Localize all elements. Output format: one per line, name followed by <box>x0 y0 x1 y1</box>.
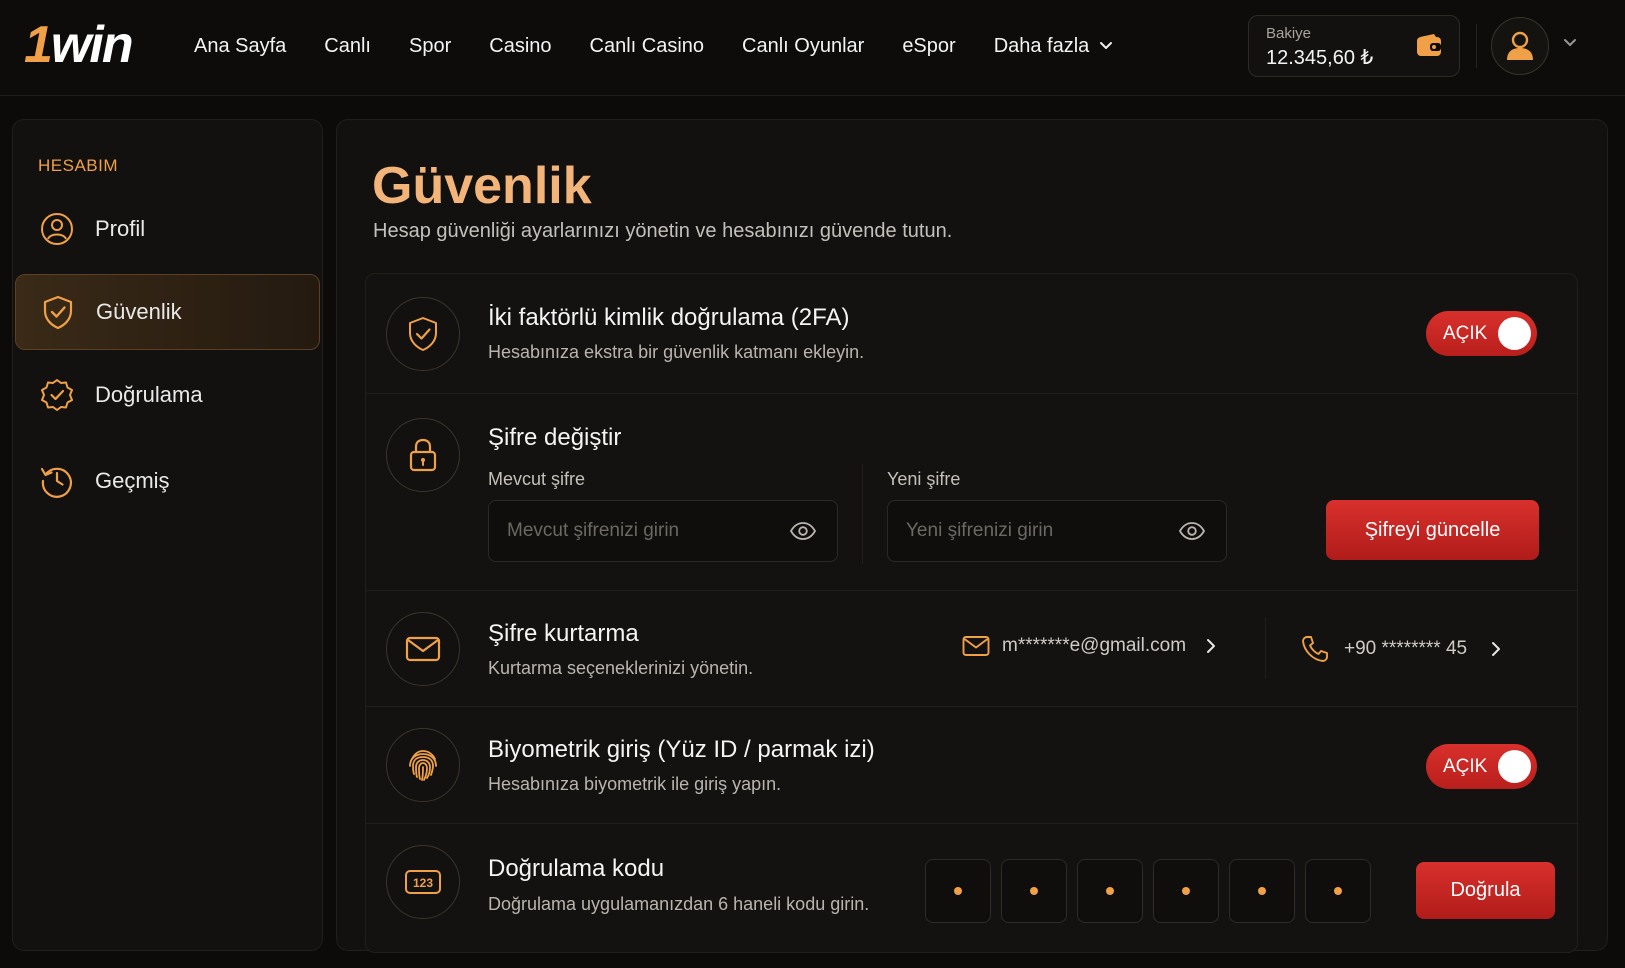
sidebar-item-history[interactable]: Geçmiş <box>15 443 320 519</box>
twofa-toggle[interactable]: AÇIK <box>1426 311 1537 356</box>
svg-text:123: 123 <box>413 876 433 890</box>
password-change-row: Şifre değiştir Mevcut şifre Yeni şifre Ş… <box>366 394 1577 591</box>
code-digit-input[interactable] <box>925 859 991 923</box>
page-subtitle: Hesap güvenliği ayarlarınızı yönetin ve … <box>373 220 953 242</box>
nav-item-home[interactable]: Ana Sayfa <box>194 32 286 60</box>
top-header: 1win Ana Sayfa Canlı Spor Casino Canlı C… <box>0 0 1625 96</box>
code-digit-input[interactable] <box>1305 859 1371 923</box>
toggle-knob <box>1498 317 1531 350</box>
digit-dot <box>1182 887 1190 895</box>
nav-item-esports[interactable]: eSpor <box>902 32 955 60</box>
code-title: Doğrulama kodu <box>488 855 665 882</box>
biometric-toggle[interactable]: AÇIK <box>1426 744 1537 789</box>
sidebar-item-label: Güvenlik <box>96 299 182 324</box>
balance-label: Bakiye <box>1266 25 1312 42</box>
biometric-row: Biyometrik giriş (Yüz ID / parmak izi) H… <box>366 707 1577 824</box>
badge-check-icon <box>39 377 75 413</box>
sidebar-item-verification[interactable]: Doğrulama <box>15 357 320 433</box>
balance-widget[interactable]: Bakiye 12.345,60 ₺ <box>1248 15 1460 77</box>
mail-icon <box>386 612 460 686</box>
new-password-input[interactable] <box>906 501 1166 561</box>
mail-icon <box>962 635 990 657</box>
twofa-description: Hesabınıza ekstra bir güvenlik katmanı e… <box>488 342 865 362</box>
eye-icon[interactable] <box>789 521 817 541</box>
page-title: Güvenlik <box>372 157 592 215</box>
security-panel: Güvenlik Hesap güvenliği ayarlarınızı yö… <box>336 119 1608 953</box>
recovery-phone: +90 ******** 45 <box>1344 638 1468 659</box>
history-icon <box>39 463 75 499</box>
new-password-label: Yeni şifre <box>887 469 961 489</box>
phone-icon <box>1300 634 1330 664</box>
sidebar-item-profile[interactable]: Profil <box>15 191 320 267</box>
digit-dot <box>1106 887 1114 895</box>
wallet-icon <box>1415 33 1443 59</box>
code-digit-input[interactable] <box>1077 859 1143 923</box>
code-description: Doğrulama uygulamanızdan 6 haneli kodu g… <box>488 894 870 914</box>
biometric-description: Hesabınıza biyometrik ile giriş yapın. <box>488 774 782 794</box>
current-password-field <box>488 500 838 562</box>
account-sidebar: HESABIM Profil Güvenlik Doğrulama Geçmiş <box>12 119 323 951</box>
code-digit-input[interactable] <box>1153 859 1219 923</box>
lock-icon <box>386 418 460 492</box>
current-password-input[interactable] <box>507 501 767 561</box>
biometric-title: Biyometrik giriş (Yüz ID / parmak izi) <box>488 736 875 763</box>
sidebar-item-security[interactable]: Güvenlik <box>15 274 320 350</box>
toggle-knob <box>1498 750 1531 783</box>
nav-item-sports[interactable]: Spor <box>409 32 451 60</box>
recovery-email: m*******e@gmail.com <box>1002 635 1187 656</box>
chevron-right-icon <box>1491 641 1501 657</box>
brand-logo[interactable]: 1win <box>24 14 134 76</box>
digit-dot <box>1258 887 1266 895</box>
code-digit-input[interactable] <box>1229 859 1295 923</box>
nav-item-casino[interactable]: Casino <box>489 32 551 60</box>
shield-check-icon <box>386 297 460 371</box>
digit-dot <box>1030 887 1038 895</box>
sidebar-title: HESABIM <box>38 156 119 175</box>
nav-more-label: Daha fazla <box>993 35 1090 57</box>
sidebar-item-label: Profil <box>95 216 146 241</box>
toggle-label: AÇIK <box>1443 323 1488 344</box>
nav-item-live-casino[interactable]: Canlı Casino <box>590 32 705 60</box>
recovery-divider <box>1265 617 1266 679</box>
sidebar-item-label: Geçmiş <box>95 468 170 493</box>
verification-code-row: 123 Doğrulama kodu Doğrulama uygulamanız… <box>366 824 1577 952</box>
nav-item-live[interactable]: Canlı <box>324 32 371 60</box>
current-password-label: Mevcut şifre <box>488 469 586 489</box>
fingerprint-icon <box>386 728 460 802</box>
field-divider <box>862 464 863 564</box>
security-settings-card: İki faktörlü kimlik doğrulama (2FA) Hesa… <box>365 273 1578 953</box>
code-digit-input[interactable] <box>1001 859 1067 923</box>
recovery-description: Kurtarma seçeneklerinizi yönetin. <box>488 658 754 678</box>
eye-icon[interactable] <box>1178 521 1206 541</box>
recovery-title: Şifre kurtarma <box>488 620 639 647</box>
twofa-title: İki faktörlü kimlik doğrulama (2FA) <box>488 304 850 331</box>
balance-value: 12.345,60 ₺ <box>1266 47 1374 69</box>
shield-check-icon <box>40 294 76 330</box>
chevron-down-icon[interactable] <box>1563 38 1577 48</box>
recovery-phone-option[interactable]: +90 ******** 45 <box>1300 634 1501 664</box>
digit-dot <box>954 887 962 895</box>
chevron-right-icon <box>1206 638 1216 654</box>
chevron-down-icon <box>1099 41 1113 51</box>
verify-button[interactable]: Doğrula <box>1416 862 1555 919</box>
update-password-button[interactable]: Şifreyi güncelle <box>1326 500 1539 560</box>
twofa-row: İki faktörlü kimlik doğrulama (2FA) Hesa… <box>366 274 1577 394</box>
recovery-email-option[interactable]: m*******e@gmail.com <box>962 635 1216 657</box>
nav-item-more[interactable]: Daha fazla <box>994 32 1114 60</box>
user-avatar-button[interactable] <box>1491 17 1549 75</box>
password-recovery-row: Şifre kurtarma Kurtarma seçeneklerinizi … <box>366 591 1577 707</box>
code-123-icon: 123 <box>386 845 460 919</box>
header-divider <box>1476 24 1477 68</box>
new-password-field <box>887 500 1227 562</box>
user-circle-icon <box>39 211 75 247</box>
main-nav: Ana Sayfa Canlı Spor Casino Canlı Casino… <box>194 32 1151 60</box>
nav-item-live-games[interactable]: Canlı Oyunlar <box>742 32 864 60</box>
toggle-label: AÇIK <box>1443 756 1488 777</box>
digit-dot <box>1334 887 1342 895</box>
password-title: Şifre değiştir <box>488 424 622 451</box>
sidebar-item-label: Doğrulama <box>95 382 203 407</box>
user-icon <box>1505 30 1535 62</box>
